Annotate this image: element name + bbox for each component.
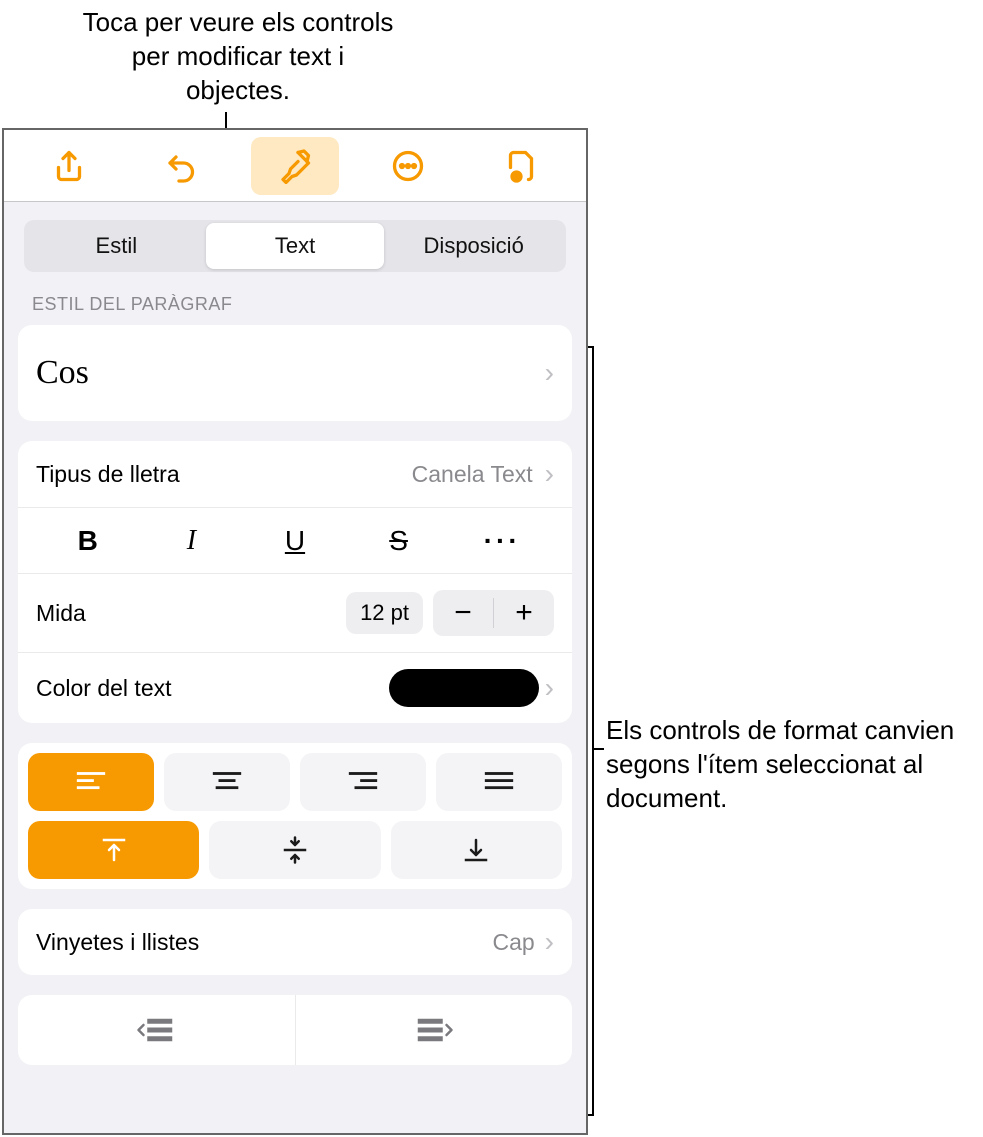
format-inspector-panel: Estil Text Disposició Estil del paràgraf… bbox=[2, 128, 588, 1135]
text-color-row[interactable]: Color del text › bbox=[18, 652, 572, 723]
size-label: Mida bbox=[36, 600, 346, 627]
document-eye-icon bbox=[503, 148, 539, 184]
font-value: Canela Text bbox=[412, 461, 533, 488]
share-button[interactable] bbox=[25, 137, 113, 195]
document-view-button[interactable] bbox=[477, 137, 565, 195]
valign-bottom-button[interactable] bbox=[391, 821, 562, 879]
font-card: Tipus de lletra Canela Text › B I U S ··… bbox=[18, 441, 572, 723]
align-right-icon bbox=[346, 767, 380, 797]
paragraph-style-header: Estil del paràgraf bbox=[32, 294, 562, 315]
chevron-right-icon: › bbox=[539, 458, 554, 490]
bullets-lists-row[interactable]: Vinyetes i llistes Cap › bbox=[18, 909, 572, 975]
text-color-label: Color del text bbox=[36, 675, 389, 702]
text-style-row: B I U S ··· bbox=[18, 507, 572, 573]
valign-middle-icon bbox=[278, 835, 312, 865]
valign-top-icon bbox=[97, 835, 131, 865]
undo-button[interactable] bbox=[138, 137, 226, 195]
tab-text[interactable]: Text bbox=[206, 223, 385, 269]
tab-style[interactable]: Estil bbox=[27, 223, 206, 269]
bullets-lists-value: Cap bbox=[492, 929, 534, 956]
italic-button[interactable]: I bbox=[140, 525, 244, 557]
bold-button[interactable]: B bbox=[36, 525, 140, 557]
bullets-lists-card: Vinyetes i llistes Cap › bbox=[18, 909, 572, 975]
size-decrease-button[interactable]: − bbox=[433, 590, 493, 636]
more-text-options-button[interactable]: ··· bbox=[450, 525, 554, 557]
size-row: Mida 12 pt − + bbox=[18, 573, 572, 652]
align-right-button[interactable] bbox=[300, 753, 426, 811]
undo-icon bbox=[164, 148, 200, 184]
paragraph-style-card: Cos › bbox=[18, 325, 572, 421]
chevron-right-icon: › bbox=[539, 357, 554, 389]
paintbrush-icon bbox=[277, 148, 313, 184]
format-button[interactable] bbox=[251, 137, 339, 195]
font-row[interactable]: Tipus de lletra Canela Text › bbox=[18, 441, 572, 507]
align-left-button[interactable] bbox=[28, 753, 154, 811]
increase-indent-icon bbox=[414, 1016, 454, 1044]
align-left-icon bbox=[74, 767, 108, 797]
align-center-icon bbox=[210, 767, 244, 797]
callout-leader-line bbox=[594, 748, 604, 750]
text-color-swatch bbox=[389, 669, 539, 707]
increase-indent-button[interactable] bbox=[295, 995, 573, 1065]
align-justify-icon bbox=[482, 767, 516, 797]
vertical-alignment-row bbox=[28, 821, 562, 879]
valign-bottom-icon bbox=[459, 835, 493, 865]
valign-top-button[interactable] bbox=[28, 821, 199, 879]
chevron-right-icon: › bbox=[539, 926, 554, 958]
underline-button[interactable]: U bbox=[243, 525, 347, 557]
indent-card bbox=[18, 995, 572, 1065]
callout-bracket bbox=[592, 346, 594, 1116]
valign-middle-button[interactable] bbox=[209, 821, 380, 879]
strikethrough-button[interactable]: S bbox=[347, 525, 451, 557]
size-increase-button[interactable]: + bbox=[494, 590, 554, 636]
format-panel: Estil Text Disposició Estil del paràgraf… bbox=[4, 202, 586, 1133]
decrease-indent-button[interactable] bbox=[18, 995, 295, 1065]
font-label: Tipus de lletra bbox=[36, 461, 412, 488]
tab-layout[interactable]: Disposició bbox=[384, 223, 563, 269]
format-tabs: Estil Text Disposició bbox=[24, 220, 566, 272]
decrease-indent-icon bbox=[136, 1016, 176, 1044]
bullets-lists-label: Vinyetes i llistes bbox=[36, 929, 492, 956]
indent-row bbox=[18, 995, 572, 1065]
size-value[interactable]: 12 pt bbox=[346, 592, 423, 634]
chevron-right-icon: › bbox=[539, 672, 554, 704]
share-icon bbox=[51, 148, 87, 184]
alignment-card bbox=[18, 743, 572, 889]
paragraph-style-value: Cos bbox=[36, 354, 539, 392]
callout-format-button: Toca per veure els controls per modifica… bbox=[78, 6, 398, 107]
ellipsis-circle-icon bbox=[390, 148, 426, 184]
align-justify-button[interactable] bbox=[436, 753, 562, 811]
horizontal-alignment-row bbox=[28, 753, 562, 811]
app-toolbar bbox=[4, 130, 586, 202]
size-stepper: − + bbox=[433, 590, 554, 636]
more-button[interactable] bbox=[364, 137, 452, 195]
align-center-button[interactable] bbox=[164, 753, 290, 811]
callout-format-controls: Els controls de format canvien segons l'… bbox=[606, 714, 966, 815]
paragraph-style-row[interactable]: Cos › bbox=[18, 325, 572, 421]
